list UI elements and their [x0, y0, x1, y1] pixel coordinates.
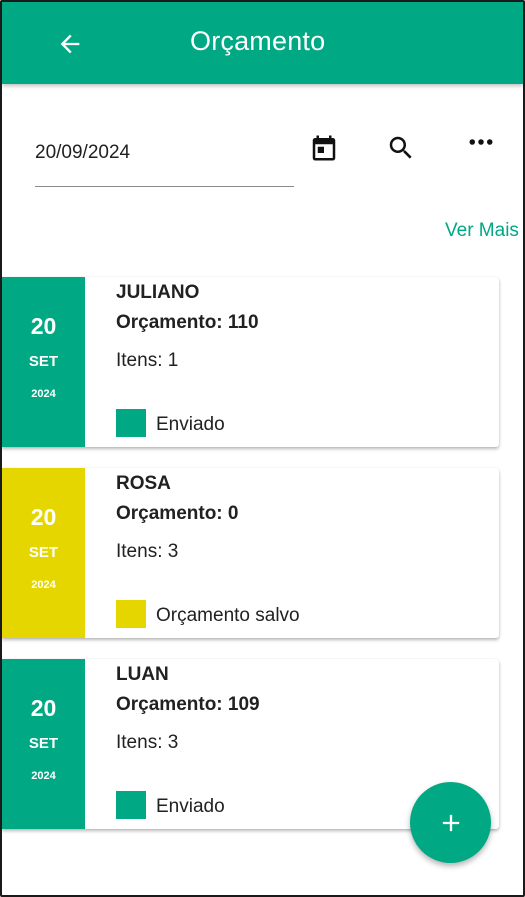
budget-number: Orçamento: 110	[116, 312, 259, 333]
card-day: 20	[30, 313, 57, 339]
status-label: Enviado	[156, 796, 225, 817]
page-title: Orçamento	[190, 26, 326, 56]
ver-mais-link[interactable]: Ver Mais	[445, 220, 519, 242]
budget-card[interactable]: 20 SET 2024 JULIANO Orçamento: 110 Itens…	[2, 277, 499, 447]
status-swatch	[116, 791, 146, 819]
status-swatch	[116, 600, 146, 628]
card-month: SET	[28, 353, 59, 370]
more-horiz-icon	[469, 139, 493, 145]
card-year: 2024	[31, 579, 56, 591]
budget-number: Orçamento: 109	[116, 694, 260, 715]
arrow-back-icon	[60, 34, 80, 54]
card-day: 20	[30, 695, 57, 721]
status-label: Enviado	[156, 414, 225, 435]
app-screen: Orçamento Ver Mais 20 SET 2024 JULIANO O…	[0, 0, 525, 897]
calendar-button[interactable]	[306, 130, 342, 166]
date-input[interactable]	[35, 142, 294, 164]
items-count: Itens: 3	[116, 541, 179, 562]
search-icon	[389, 136, 412, 159]
more-options-button[interactable]	[463, 124, 499, 160]
add-icon	[442, 814, 459, 831]
status-label: Orçamento salvo	[156, 605, 300, 626]
client-name: JULIANO	[116, 282, 200, 303]
card-date-block: 20 SET 2024	[2, 277, 85, 447]
card-day: 20	[30, 504, 57, 530]
card-year: 2024	[31, 770, 56, 782]
card-date-block: 20 SET 2024	[2, 468, 85, 638]
back-button[interactable]	[50, 24, 90, 64]
items-count: Itens: 3	[116, 732, 179, 753]
search-button[interactable]	[383, 130, 419, 166]
add-budget-button[interactable]	[410, 782, 491, 863]
card-year: 2024	[31, 388, 56, 400]
budget-card[interactable]: 20 SET 2024 ROSA Orçamento: 0 Itens: 3 O…	[2, 468, 499, 638]
app-bar: Orçamento	[2, 2, 523, 84]
status-swatch	[116, 409, 146, 437]
card-month: SET	[28, 544, 59, 561]
items-count: Itens: 1	[116, 350, 179, 371]
card-month: SET	[28, 735, 59, 752]
calendar-icon	[312, 135, 336, 161]
budget-number: Orçamento: 0	[116, 503, 239, 524]
card-date-block: 20 SET 2024	[2, 659, 85, 829]
client-name: ROSA	[116, 473, 171, 494]
date-field[interactable]	[35, 130, 294, 187]
client-name: LUAN	[116, 664, 169, 685]
